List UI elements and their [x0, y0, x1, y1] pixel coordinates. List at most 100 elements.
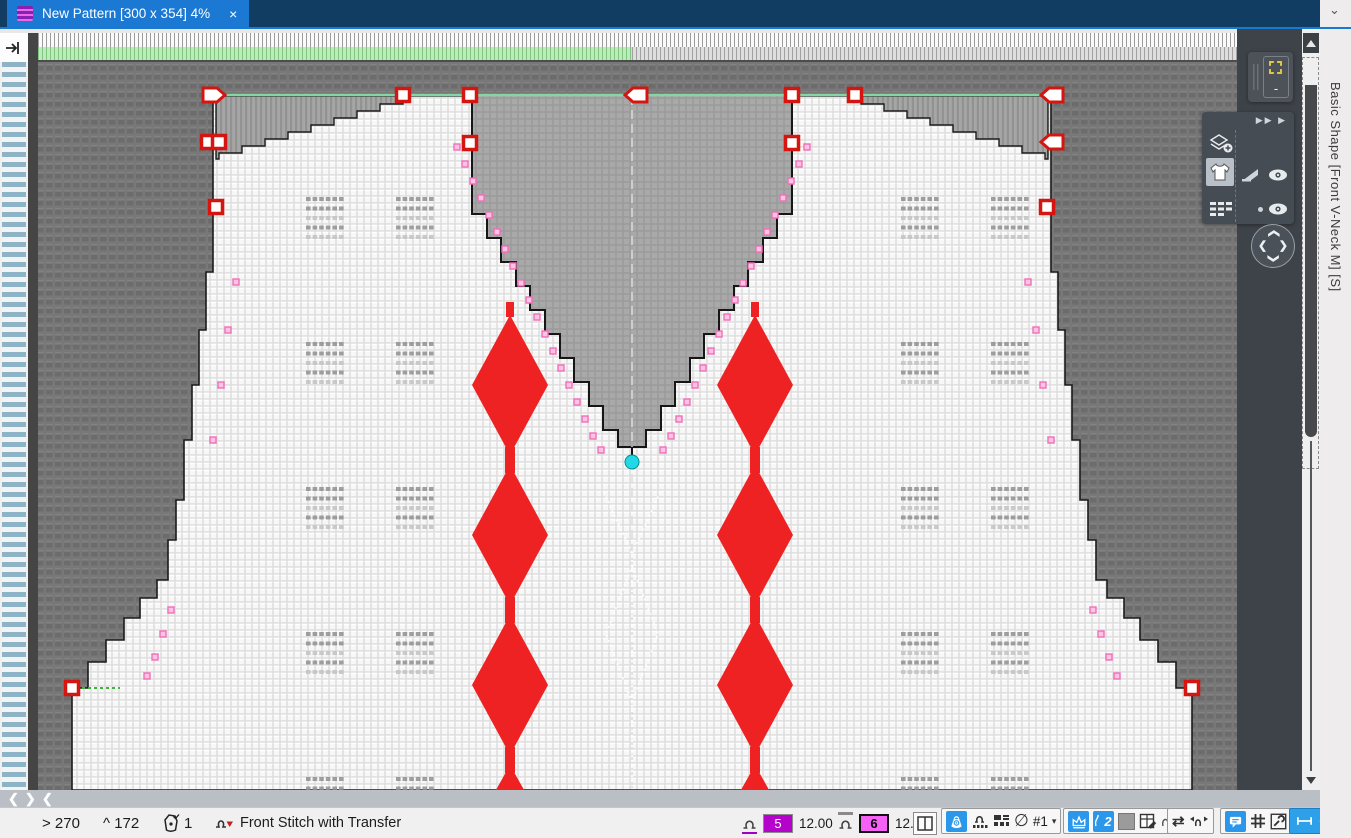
ruler-top[interactable]: [38, 33, 1237, 47]
back-yarn-value[interactable]: 6: [859, 814, 889, 833]
expand-all-icon[interactable]: ▶▶: [1256, 115, 1274, 125]
horizontal-scrollbar[interactable]: ❮ ❯ ❮: [0, 790, 1322, 807]
texture-motif: [319, 361, 324, 365]
scroll-home-icon[interactable]: ❮: [42, 792, 53, 805]
shape-handle[interactable]: [786, 137, 799, 150]
needle-dropdown-icon[interactable]: ▾: [1052, 816, 1057, 827]
no-simulation-icon[interactable]: ∅: [1014, 811, 1029, 831]
texture-motif: [332, 777, 337, 781]
shape-handle[interactable]: [786, 89, 799, 102]
shape-handle[interactable]: [210, 201, 223, 214]
ruler-left-stripes: [2, 62, 26, 790]
swap-direction-icon[interactable]: ⇄: [1172, 812, 1185, 830]
texture-motif: [934, 516, 939, 520]
ruler-left[interactable]: [0, 62, 28, 790]
texture-motif: [1004, 651, 1009, 655]
shape-handle[interactable]: [397, 89, 410, 102]
paint-bucket-icon[interactable]: [160, 813, 182, 833]
texture-motif: [1011, 525, 1016, 529]
texture-motif: [921, 197, 926, 201]
garment-shirt-icon: [1209, 162, 1231, 182]
tab-bar: New Pattern [300 x 354] 4% ×: [0, 0, 1322, 27]
shape-fill-mode-icon[interactable]: [1240, 167, 1260, 183]
texture-motif: [934, 642, 939, 646]
decrease-marker: [462, 161, 468, 167]
texture-motif: [422, 207, 427, 211]
side-panel: ⌄ Basic Shape [Front V-Neck M] [S]: [1320, 0, 1351, 838]
add-layer-icon[interactable]: [1208, 132, 1234, 154]
decrease-marker: [764, 229, 770, 235]
back-loop-icon: [838, 815, 853, 831]
pattern-canvas[interactable]: [38, 62, 1237, 790]
ruler-corner[interactable]: [0, 33, 28, 62]
nav-up-icon[interactable]: ❮: [1268, 229, 1279, 238]
loop-view-button[interactable]: 2: [1093, 811, 1114, 832]
vertical-scrollbar[interactable]: [1302, 29, 1320, 807]
needle-bed-selector[interactable]: #1: [1033, 814, 1048, 829]
panel-collapse-icon[interactable]: ⌄: [1329, 2, 1340, 18]
shape-handle[interactable]: [1041, 201, 1054, 214]
texture-motif: [1017, 361, 1022, 365]
needle-grid-icon[interactable]: [1250, 813, 1266, 829]
crown-view-button[interactable]: [1068, 811, 1089, 832]
grid-layer-icon[interactable]: [1209, 201, 1233, 217]
texture-motif: [429, 516, 434, 520]
decrease-marker: [598, 447, 604, 453]
texture-motif: [1004, 342, 1009, 346]
expand-icon[interactable]: ▶: [1278, 115, 1287, 125]
texture-motif: [403, 216, 408, 220]
layout-blocks-icon[interactable]: [993, 813, 1010, 829]
tab-close-icon[interactable]: ×: [229, 6, 237, 22]
tab-new-pattern[interactable]: New Pattern [300 x 354] 4% ×: [7, 0, 249, 27]
settings-wrench-icon[interactable]: [1270, 813, 1287, 830]
loop-length-icon[interactable]: [971, 812, 989, 830]
decrease-marker: [534, 314, 540, 320]
decrease-marker: [700, 365, 706, 371]
nav-right-icon[interactable]: ❯: [1279, 241, 1288, 252]
stitch-tool-icon[interactable]: [214, 816, 234, 830]
nav-left-icon[interactable]: ❮: [1258, 241, 1267, 252]
yarn-weight-button[interactable]: [946, 811, 967, 832]
decrease-marker: [558, 365, 564, 371]
comment-bubble-button[interactable]: [1225, 811, 1246, 832]
scroll-right-icon[interactable]: ❯: [25, 792, 36, 805]
color-swatch[interactable]: [1118, 813, 1135, 830]
split-view-button[interactable]: [913, 812, 937, 835]
texture-motif: [306, 632, 311, 636]
texture-motif: [313, 216, 318, 220]
texture-motif: [991, 525, 996, 529]
front-yarn-value[interactable]: 5: [763, 814, 793, 833]
shape-handle[interactable]: [464, 137, 477, 150]
texture-motif: [306, 651, 311, 655]
shape-layer-button[interactable]: [1206, 158, 1234, 186]
shape-handle[interactable]: [66, 682, 79, 695]
drag-grip-icon[interactable]: [1253, 64, 1261, 90]
layer-visibility-eye-icon[interactable]: [1268, 169, 1288, 181]
grid-visibility-eye-icon[interactable]: [1268, 203, 1288, 215]
texture-motif: [1024, 506, 1029, 510]
ruler-top-right[interactable]: [632, 47, 1237, 62]
shape-handle[interactable]: [849, 89, 862, 102]
texture-motif: [927, 235, 932, 239]
scroll-down-button[interactable]: [1305, 773, 1317, 787]
marquee-tool-button[interactable]: -: [1263, 56, 1289, 98]
decrease-marker: [542, 331, 548, 337]
scroll-up-button[interactable]: [1303, 33, 1319, 53]
ruler-top-selection-green[interactable]: [38, 47, 632, 62]
texture-motif: [991, 516, 996, 520]
side-panel-title[interactable]: Basic Shape [Front V-Neck M] [S]: [1328, 82, 1343, 292]
measure-width-icon[interactable]: [1296, 815, 1313, 827]
edit-table-icon[interactable]: [1139, 812, 1157, 830]
shape-handle[interactable]: [213, 136, 226, 149]
canvas-nav-pad[interactable]: ❮ ❮ ❮ ❯: [1251, 224, 1295, 268]
loop-transfer-icon[interactable]: [1189, 814, 1209, 828]
texture-motif: [306, 216, 311, 220]
texture-motif: [326, 487, 331, 491]
nav-down-icon[interactable]: ❮: [1268, 254, 1279, 263]
vertical-scroll-thumb[interactable]: [1305, 85, 1317, 437]
shape-handle[interactable]: [1186, 682, 1199, 695]
collapse-tool-label[interactable]: -: [1264, 81, 1288, 96]
scroll-left-icon[interactable]: ❮: [8, 792, 19, 805]
neck-point-marker[interactable]: [625, 455, 639, 469]
shape-handle[interactable]: [464, 89, 477, 102]
